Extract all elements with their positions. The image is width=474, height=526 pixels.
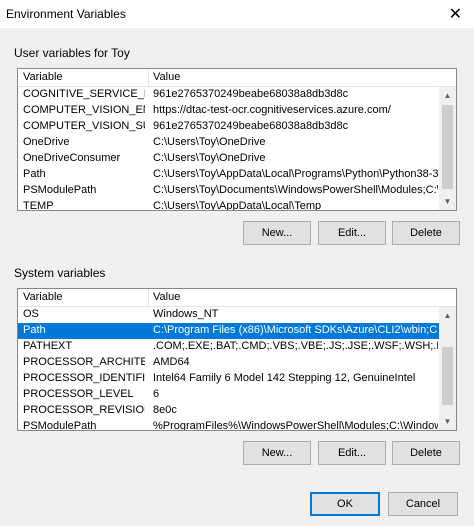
variable-value-cell: https://dtac-test-ocr.cognitiveservices.… bbox=[153, 104, 391, 116]
user-delete-button[interactable]: Delete bbox=[392, 221, 460, 245]
variable-name-cell: COMPUTER_VISION_SUBS... bbox=[23, 120, 145, 132]
table-row[interactable]: PROCESSOR_IDENTIFIER Intel64 Family 6 Mod… bbox=[18, 371, 456, 387]
variable-name-cell: PROCESSOR_LEVEL bbox=[23, 388, 134, 400]
scroll-up-arrow-icon[interactable]: ▲ bbox=[439, 87, 456, 104]
variable-name-cell: COMPUTER_VISION_ENDP... bbox=[23, 104, 145, 116]
list-header: Variable Value bbox=[18, 289, 456, 307]
table-row[interactable]: PROCESSOR_REVISION 8e0c bbox=[18, 403, 456, 419]
variable-name-cell: PROCESSOR_ARCHITECTU... bbox=[23, 356, 145, 368]
system-new-button[interactable]: New... bbox=[243, 441, 311, 465]
user-rows: COGNITIVE_SERVICE_KEY 961e2765370249beabe… bbox=[18, 87, 456, 211]
column-header-variable[interactable]: Variable bbox=[23, 71, 63, 83]
system-variables-list[interactable]: Variable Value OS Windows_NT Path C:\Progra… bbox=[17, 288, 457, 431]
variable-name-cell: PROCESSOR_IDENTIFIER bbox=[23, 372, 145, 384]
system-rows: OS Windows_NT Path C:\Program Files (x86)\M… bbox=[18, 307, 456, 431]
user-new-button[interactable]: New... bbox=[243, 221, 311, 245]
column-header-value[interactable]: Value bbox=[153, 291, 180, 303]
variable-value-cell: 961e2765370249beabe68038a8db3d8c bbox=[153, 88, 349, 100]
ok-button[interactable]: OK bbox=[310, 492, 380, 516]
table-row[interactable]: Path C:\Program Files (x86)\Microsoft SDK… bbox=[18, 323, 456, 339]
variable-value-cell: AMD64 bbox=[153, 356, 190, 368]
table-row[interactable]: PATHEXT .COM;.EXE;.BAT;.CMD;.VBS;.VBE;.JS… bbox=[18, 339, 456, 355]
table-row[interactable]: OS Windows_NT bbox=[18, 307, 456, 323]
column-separator[interactable] bbox=[148, 289, 149, 306]
variable-value-cell: Intel64 Family 6 Model 142 Stepping 12, … bbox=[153, 372, 416, 384]
column-separator[interactable] bbox=[148, 69, 149, 86]
table-row[interactable]: TEMP C:\Users\Toy\AppData\Local\Temp bbox=[18, 199, 456, 211]
variable-value-cell: 8e0c bbox=[153, 404, 177, 416]
variable-name-cell: COGNITIVE_SERVICE_KEY bbox=[23, 88, 145, 100]
table-row[interactable]: COMPUTER_VISION_SUBS... 961e2765370249bea… bbox=[18, 119, 456, 135]
scroll-thumb[interactable] bbox=[442, 105, 453, 189]
scroll-up-arrow-icon[interactable]: ▲ bbox=[439, 307, 456, 324]
table-row[interactable]: PROCESSOR_LEVEL 6 bbox=[18, 387, 456, 403]
variable-name-cell: PATHEXT bbox=[23, 340, 73, 352]
variable-name-cell: PROCESSOR_REVISION bbox=[23, 404, 145, 416]
system-list-scrollbar[interactable]: ▲ ▼ bbox=[439, 307, 456, 430]
user-edit-button[interactable]: Edit... bbox=[318, 221, 386, 245]
cancel-button[interactable]: Cancel bbox=[388, 492, 458, 516]
table-row[interactable]: PSModulePath %ProgramFiles%\WindowsPowerS… bbox=[18, 419, 456, 431]
table-row[interactable]: PROCESSOR_ARCHITECTU... AMD64 bbox=[18, 355, 456, 371]
variable-name-cell: PSModulePath bbox=[23, 184, 97, 196]
variable-value-cell: 961e2765370249beabe68038a8db3d8c bbox=[153, 120, 349, 132]
title-bar: Environment Variables ✕ bbox=[0, 0, 474, 29]
table-row[interactable]: COMPUTER_VISION_ENDP... https://dtac-test… bbox=[18, 103, 456, 119]
variable-name-cell: Path bbox=[23, 324, 46, 336]
variable-name-cell: OneDriveConsumer bbox=[23, 152, 121, 164]
table-row[interactable]: COGNITIVE_SERVICE_KEY 961e2765370249beabe… bbox=[18, 87, 456, 103]
table-row[interactable]: Path C:\Users\Toy\AppData\Local\Programs\… bbox=[18, 167, 456, 183]
system-delete-button[interactable]: Delete bbox=[392, 441, 460, 465]
variable-value-cell: C:\Users\Toy\AppData\Local\Programs\Pyth… bbox=[153, 168, 438, 180]
variable-name-cell: PSModulePath bbox=[23, 420, 97, 431]
system-edit-button[interactable]: Edit... bbox=[318, 441, 386, 465]
variable-value-cell: C:\Program Files (x86)\Microsoft SDKs\Az… bbox=[153, 324, 438, 336]
variable-value-cell: Windows_NT bbox=[153, 308, 219, 320]
variable-name-cell: OneDrive bbox=[23, 136, 70, 148]
window-title: Environment Variables bbox=[6, 7, 126, 21]
scroll-down-arrow-icon[interactable]: ▼ bbox=[439, 193, 456, 210]
variable-value-cell: C:\Users\Toy\OneDrive bbox=[153, 152, 266, 164]
column-header-variable[interactable]: Variable bbox=[23, 291, 63, 303]
variable-name-cell: Path bbox=[23, 168, 46, 180]
variable-value-cell: C:\Users\Toy\Documents\WindowsPowerShell… bbox=[153, 184, 438, 196]
dialog-body: User variables for Toy Variable Value CO… bbox=[0, 28, 474, 526]
scroll-thumb[interactable] bbox=[442, 347, 453, 405]
variable-value-cell: %ProgramFiles%\WindowsPowerShell\Modules… bbox=[153, 420, 438, 431]
table-row[interactable]: OneDriveConsumer C:\Users\Toy\OneDrive bbox=[18, 151, 456, 167]
variable-value-cell: .COM;.EXE;.BAT;.CMD;.VBS;.VBE;.JS;.JSE;.… bbox=[153, 340, 438, 352]
scroll-down-arrow-icon[interactable]: ▼ bbox=[439, 413, 456, 430]
close-icon[interactable]: ✕ bbox=[449, 4, 462, 24]
system-variables-label: System variables bbox=[14, 266, 106, 280]
variable-value-cell: 6 bbox=[153, 388, 160, 400]
column-header-value[interactable]: Value bbox=[153, 71, 180, 83]
variable-name-cell: TEMP bbox=[23, 200, 54, 211]
table-row[interactable]: PSModulePath C:\Users\Toy\Documents\Windo… bbox=[18, 183, 456, 199]
table-row[interactable]: OneDrive C:\Users\Toy\OneDrive bbox=[18, 135, 456, 151]
variable-name-cell: OS bbox=[23, 308, 39, 320]
user-variables-list[interactable]: Variable Value COGNITIVE_SERVICE_KEY 961e… bbox=[17, 68, 457, 211]
user-list-scrollbar[interactable]: ▲ ▼ bbox=[439, 87, 456, 210]
list-header: Variable Value bbox=[18, 69, 456, 87]
user-variables-label: User variables for Toy bbox=[14, 46, 130, 60]
variable-value-cell: C:\Users\Toy\OneDrive bbox=[153, 136, 266, 148]
variable-value-cell: C:\Users\Toy\AppData\Local\Temp bbox=[153, 200, 322, 211]
